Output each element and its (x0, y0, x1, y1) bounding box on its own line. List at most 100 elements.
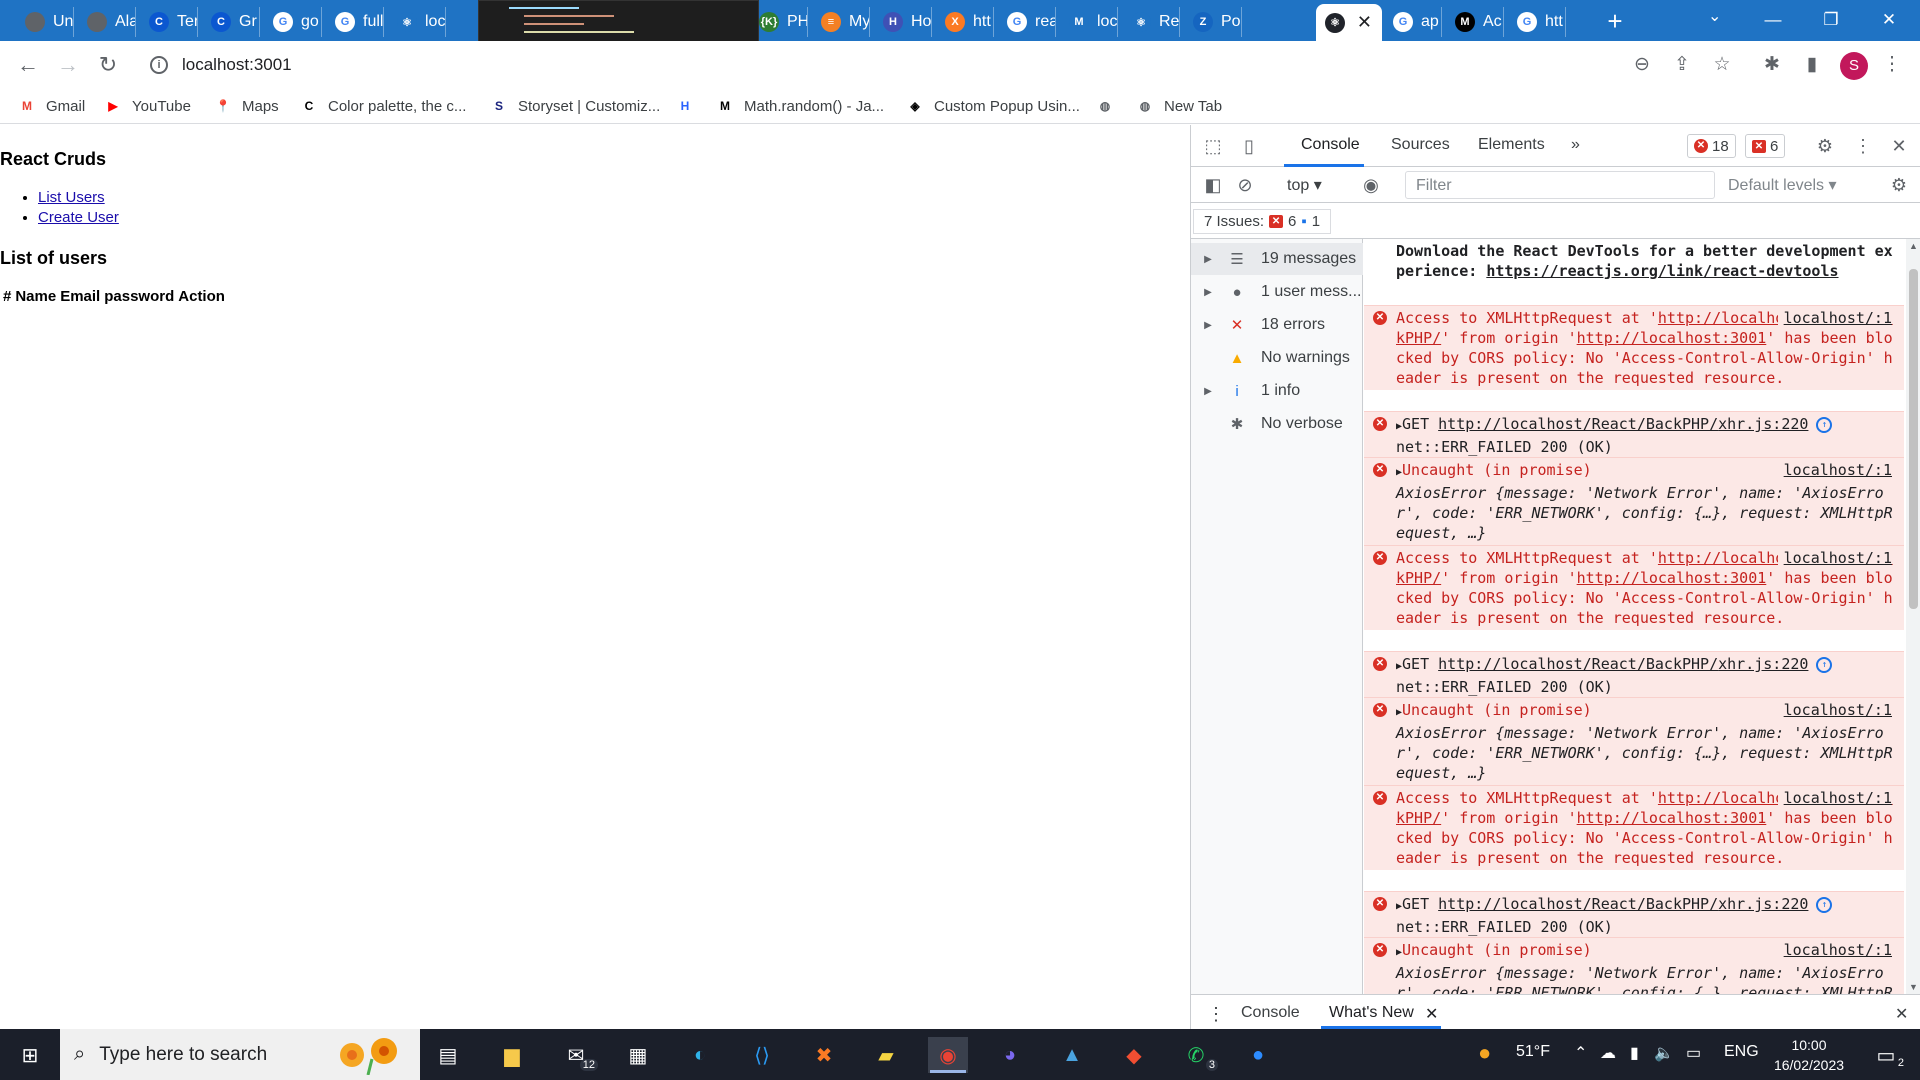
tab-search-icon[interactable]: ⌄ (1708, 6, 1721, 26)
bookmark-item[interactable]: C Color palette, the c... (300, 95, 467, 117)
battery-icon[interactable]: ▭ (1686, 1043, 1701, 1063)
window-close-icon[interactable]: ✕ (1860, 0, 1918, 41)
onedrive-icon[interactable]: ☁ (1600, 1043, 1616, 1063)
sticky-notes-icon[interactable]: ▰ (866, 1037, 906, 1073)
bookmark-star-icon[interactable]: ☆ (1708, 51, 1736, 79)
bookmark-item[interactable]: M Math.random() - Ja... (716, 95, 884, 117)
source-link[interactable]: localhost/:1 (1777, 308, 1892, 328)
bookmark-item[interactable]: ◈ Custom Popup Usin... (906, 95, 1080, 117)
origin-link[interactable]: http://localhost:3001 (1577, 809, 1767, 827)
axios-error-object[interactable]: AxiosError {message: 'Network Error', na… (1396, 724, 1893, 782)
zoom-app-icon[interactable]: ● (1238, 1037, 1278, 1073)
browser-tab[interactable]: Xhtt (936, 7, 994, 37)
sidebar-filter-info[interactable]: ▶ i 1 info (1191, 375, 1363, 407)
more-tabs-icon[interactable]: » (1571, 136, 1580, 154)
whatsapp-icon[interactable]: ✆ 3 (1176, 1037, 1218, 1073)
settings-gear-icon[interactable]: ⚙ (1811, 132, 1839, 160)
sidebar-filter-bug[interactable]: ✱ No verbose (1191, 408, 1363, 440)
drawer-tab-console[interactable]: Console (1241, 1004, 1300, 1022)
windows-start-icon[interactable]: ⊞ (10, 1037, 50, 1073)
scroll-thumb[interactable] (1909, 269, 1918, 609)
scroll-down-icon[interactable]: ▼ (1909, 982, 1918, 992)
tray-chevron-icon[interactable]: ⌃ (1574, 1043, 1587, 1063)
source-link[interactable]: localhost/:1 (1777, 460, 1892, 480)
new-tab-button[interactable]: + (1598, 4, 1632, 38)
expand-arrow-icon[interactable]: ▶ (1191, 386, 1225, 397)
tab-close-icon[interactable]: ✕ (1357, 12, 1372, 33)
source-link[interactable]: xhr.js:220 (1718, 415, 1808, 433)
browser-tab[interactable]: Mloc (1060, 7, 1118, 37)
mail-icon[interactable]: ✉ 12 (556, 1037, 598, 1073)
reload-icon[interactable]: ↻ (92, 49, 124, 81)
source-link[interactable]: xhr.js:220 (1718, 655, 1808, 673)
bookmark-item[interactable]: H (676, 95, 694, 117)
clear-console-icon[interactable]: ⊘ (1231, 171, 1259, 199)
devtools-close-icon[interactable]: ✕ (1885, 132, 1913, 160)
bookmark-item[interactable]: ◍ (1096, 95, 1114, 117)
sidebar-filter-error[interactable]: ▶ ✕ 18 errors (1191, 309, 1363, 341)
network-panel-icon[interactable]: ↑ (1816, 656, 1833, 673)
browser-tab[interactable]: Un (16, 7, 74, 37)
photos-icon[interactable]: ▲ (1052, 1037, 1092, 1073)
drawer-close-icon[interactable]: ✕ (1895, 1004, 1908, 1024)
edge-icon[interactable]: ◐ (680, 1037, 720, 1073)
tab-console[interactable]: Console (1301, 136, 1360, 154)
source-link[interactable]: localhost/:1 (1777, 700, 1892, 720)
error-count-badge[interactable]: ✕ 18 (1687, 134, 1736, 158)
axios-error-object[interactable]: AxiosError {message: 'Network Error', na… (1396, 484, 1893, 542)
forward-icon[interactable]: → (52, 49, 84, 81)
side-panel-icon[interactable]: ▮ (1798, 51, 1826, 79)
tab-sources[interactable]: Sources (1391, 136, 1450, 154)
inspect-icon[interactable]: ⬚ (1199, 132, 1227, 160)
request-url-link[interactable]: http://localhost/React/BackPHP/ (1438, 415, 1718, 433)
share-icon[interactable]: ⇪ (1668, 51, 1696, 79)
source-link[interactable]: xhr.js:220 (1718, 895, 1808, 913)
network-panel-icon[interactable]: ↑ (1816, 896, 1833, 913)
browser-tab[interactable]: Ggo (264, 7, 322, 37)
store-icon[interactable]: ▦ (618, 1037, 658, 1073)
axios-error-object[interactable]: AxiosError {message: 'Network Error', na… (1396, 964, 1893, 994)
bookmark-item[interactable]: ▶ YouTube (104, 95, 191, 117)
browser-tab[interactable]: C Ter (140, 7, 198, 37)
browser-tab[interactable]: ⚛ loc (388, 7, 446, 37)
network-panel-icon[interactable]: ↑ (1816, 416, 1833, 433)
bookmark-item[interactable]: 📍 Maps (214, 95, 279, 117)
expand-arrow-icon[interactable]: ▶ (1191, 254, 1225, 265)
zoom-icon[interactable]: ⊖ (1628, 51, 1656, 79)
microphone-icon[interactable]: ▮ (1630, 1043, 1639, 1063)
vscode-icon[interactable]: ⟨⟩ (742, 1037, 782, 1073)
drawer-tab-whats-new[interactable]: What's New (1329, 1004, 1414, 1022)
source-link[interactable]: localhost/:1 (1777, 788, 1892, 808)
devtools-link[interactable]: https://reactjs.org/link/react-devtools (1486, 262, 1838, 280)
sidebar-filter-list[interactable]: ▶ ☰ 19 messages (1191, 243, 1363, 275)
console-scrollbar[interactable]: ▲ ▼ (1906, 239, 1920, 994)
tab-elements[interactable]: Elements (1478, 136, 1545, 154)
create-user-link[interactable]: Create User (38, 209, 119, 226)
address-bar[interactable]: i localhost:3001 (138, 47, 1638, 83)
sidebar-filter-warning[interactable]: ▲ No warnings (1191, 342, 1363, 374)
xampp-icon[interactable]: ✖ (804, 1037, 844, 1073)
context-select[interactable]: top ▾ (1287, 175, 1322, 195)
chrome-icon[interactable]: ◉ (928, 1037, 968, 1073)
browser-tab[interactable]: M Ac (1446, 7, 1504, 37)
list-users-link[interactable]: List Users (38, 189, 105, 206)
expand-arrow-icon[interactable]: ▶ (1191, 320, 1225, 331)
live-expression-eye-icon[interactable]: ◉ (1357, 171, 1385, 199)
browser-tab[interactable]: Ghtt (1508, 7, 1566, 37)
browser-tab[interactable]: Gfull (326, 7, 384, 37)
browser-tab[interactable]: Gap (1384, 7, 1442, 37)
issue-count-badge[interactable]: ✕ 6 (1745, 134, 1786, 158)
taskbar-search[interactable]: ⌕ Type here to search (60, 1029, 420, 1080)
discord-icon[interactable]: ◕ (990, 1037, 1030, 1073)
restore-icon[interactable]: ❐ (1802, 0, 1860, 41)
browser-tab[interactable]: H Ho (874, 7, 932, 37)
git-icon[interactable]: ◆ (1114, 1037, 1154, 1073)
sidebar-filter-user[interactable]: ▶ ● 1 user mess... (1191, 276, 1363, 308)
browser-tab[interactable]: ≡ My (812, 7, 870, 37)
browser-tab[interactable]: Grea (998, 7, 1056, 37)
origin-link[interactable]: http://localhost:3001 (1577, 569, 1767, 587)
drawer-tab-close-icon[interactable]: ✕ (1425, 1004, 1438, 1024)
back-icon[interactable]: ← (12, 49, 44, 81)
bookmark-item[interactable]: M Gmail (18, 95, 85, 117)
devtools-menu-icon[interactable]: ⋮ (1849, 132, 1877, 160)
